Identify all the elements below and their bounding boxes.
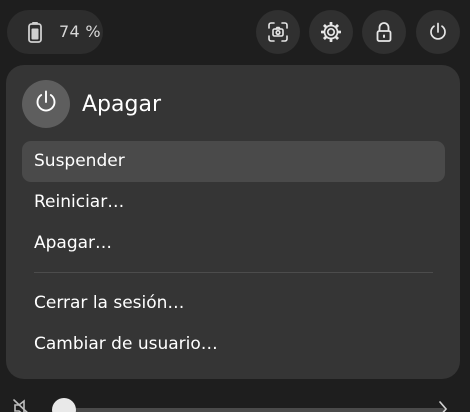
power-button[interactable] [416, 10, 460, 54]
battery-indicator[interactable]: 74 % [7, 10, 103, 54]
screenshot-button[interactable] [256, 10, 300, 54]
menu-item-switch-user[interactable]: Cambiar de usuario… [22, 324, 445, 365]
battery-icon [25, 21, 45, 43]
volume-slider-track[interactable] [64, 408, 444, 412]
menu-separator [34, 272, 433, 273]
settings-button[interactable] [309, 10, 353, 54]
power-menu-header-icon [22, 80, 70, 128]
lock-icon [374, 21, 394, 43]
menu-item-suspend[interactable]: Suspender [22, 141, 445, 182]
power-menu-panel: Apagar Suspender Reiniciar… Apagar… Cerr… [6, 65, 460, 379]
chevron-right-icon[interactable] [436, 398, 450, 412]
power-icon [427, 21, 449, 43]
volume-muted-icon[interactable] [12, 398, 34, 412]
volume-slider-handle[interactable] [52, 398, 76, 412]
screenshot-icon [267, 21, 289, 43]
menu-item-log-out[interactable]: Cerrar la sesión… [22, 283, 445, 324]
power-menu-title: Apagar [82, 91, 161, 117]
menu-item-restart[interactable]: Reiniciar… [22, 182, 445, 223]
menu-item-power-off[interactable]: Apagar… [22, 223, 445, 264]
settings-gear-icon [320, 21, 342, 43]
power-icon [33, 89, 59, 119]
volume-row [0, 392, 470, 412]
quick-settings-menu: 74 % Apagar Suspender Reiniciar… Apagar…… [0, 0, 470, 412]
battery-percentage: 74 % [59, 22, 101, 41]
lock-screen-button[interactable] [362, 10, 406, 54]
power-menu-header: Apagar [22, 79, 161, 129]
